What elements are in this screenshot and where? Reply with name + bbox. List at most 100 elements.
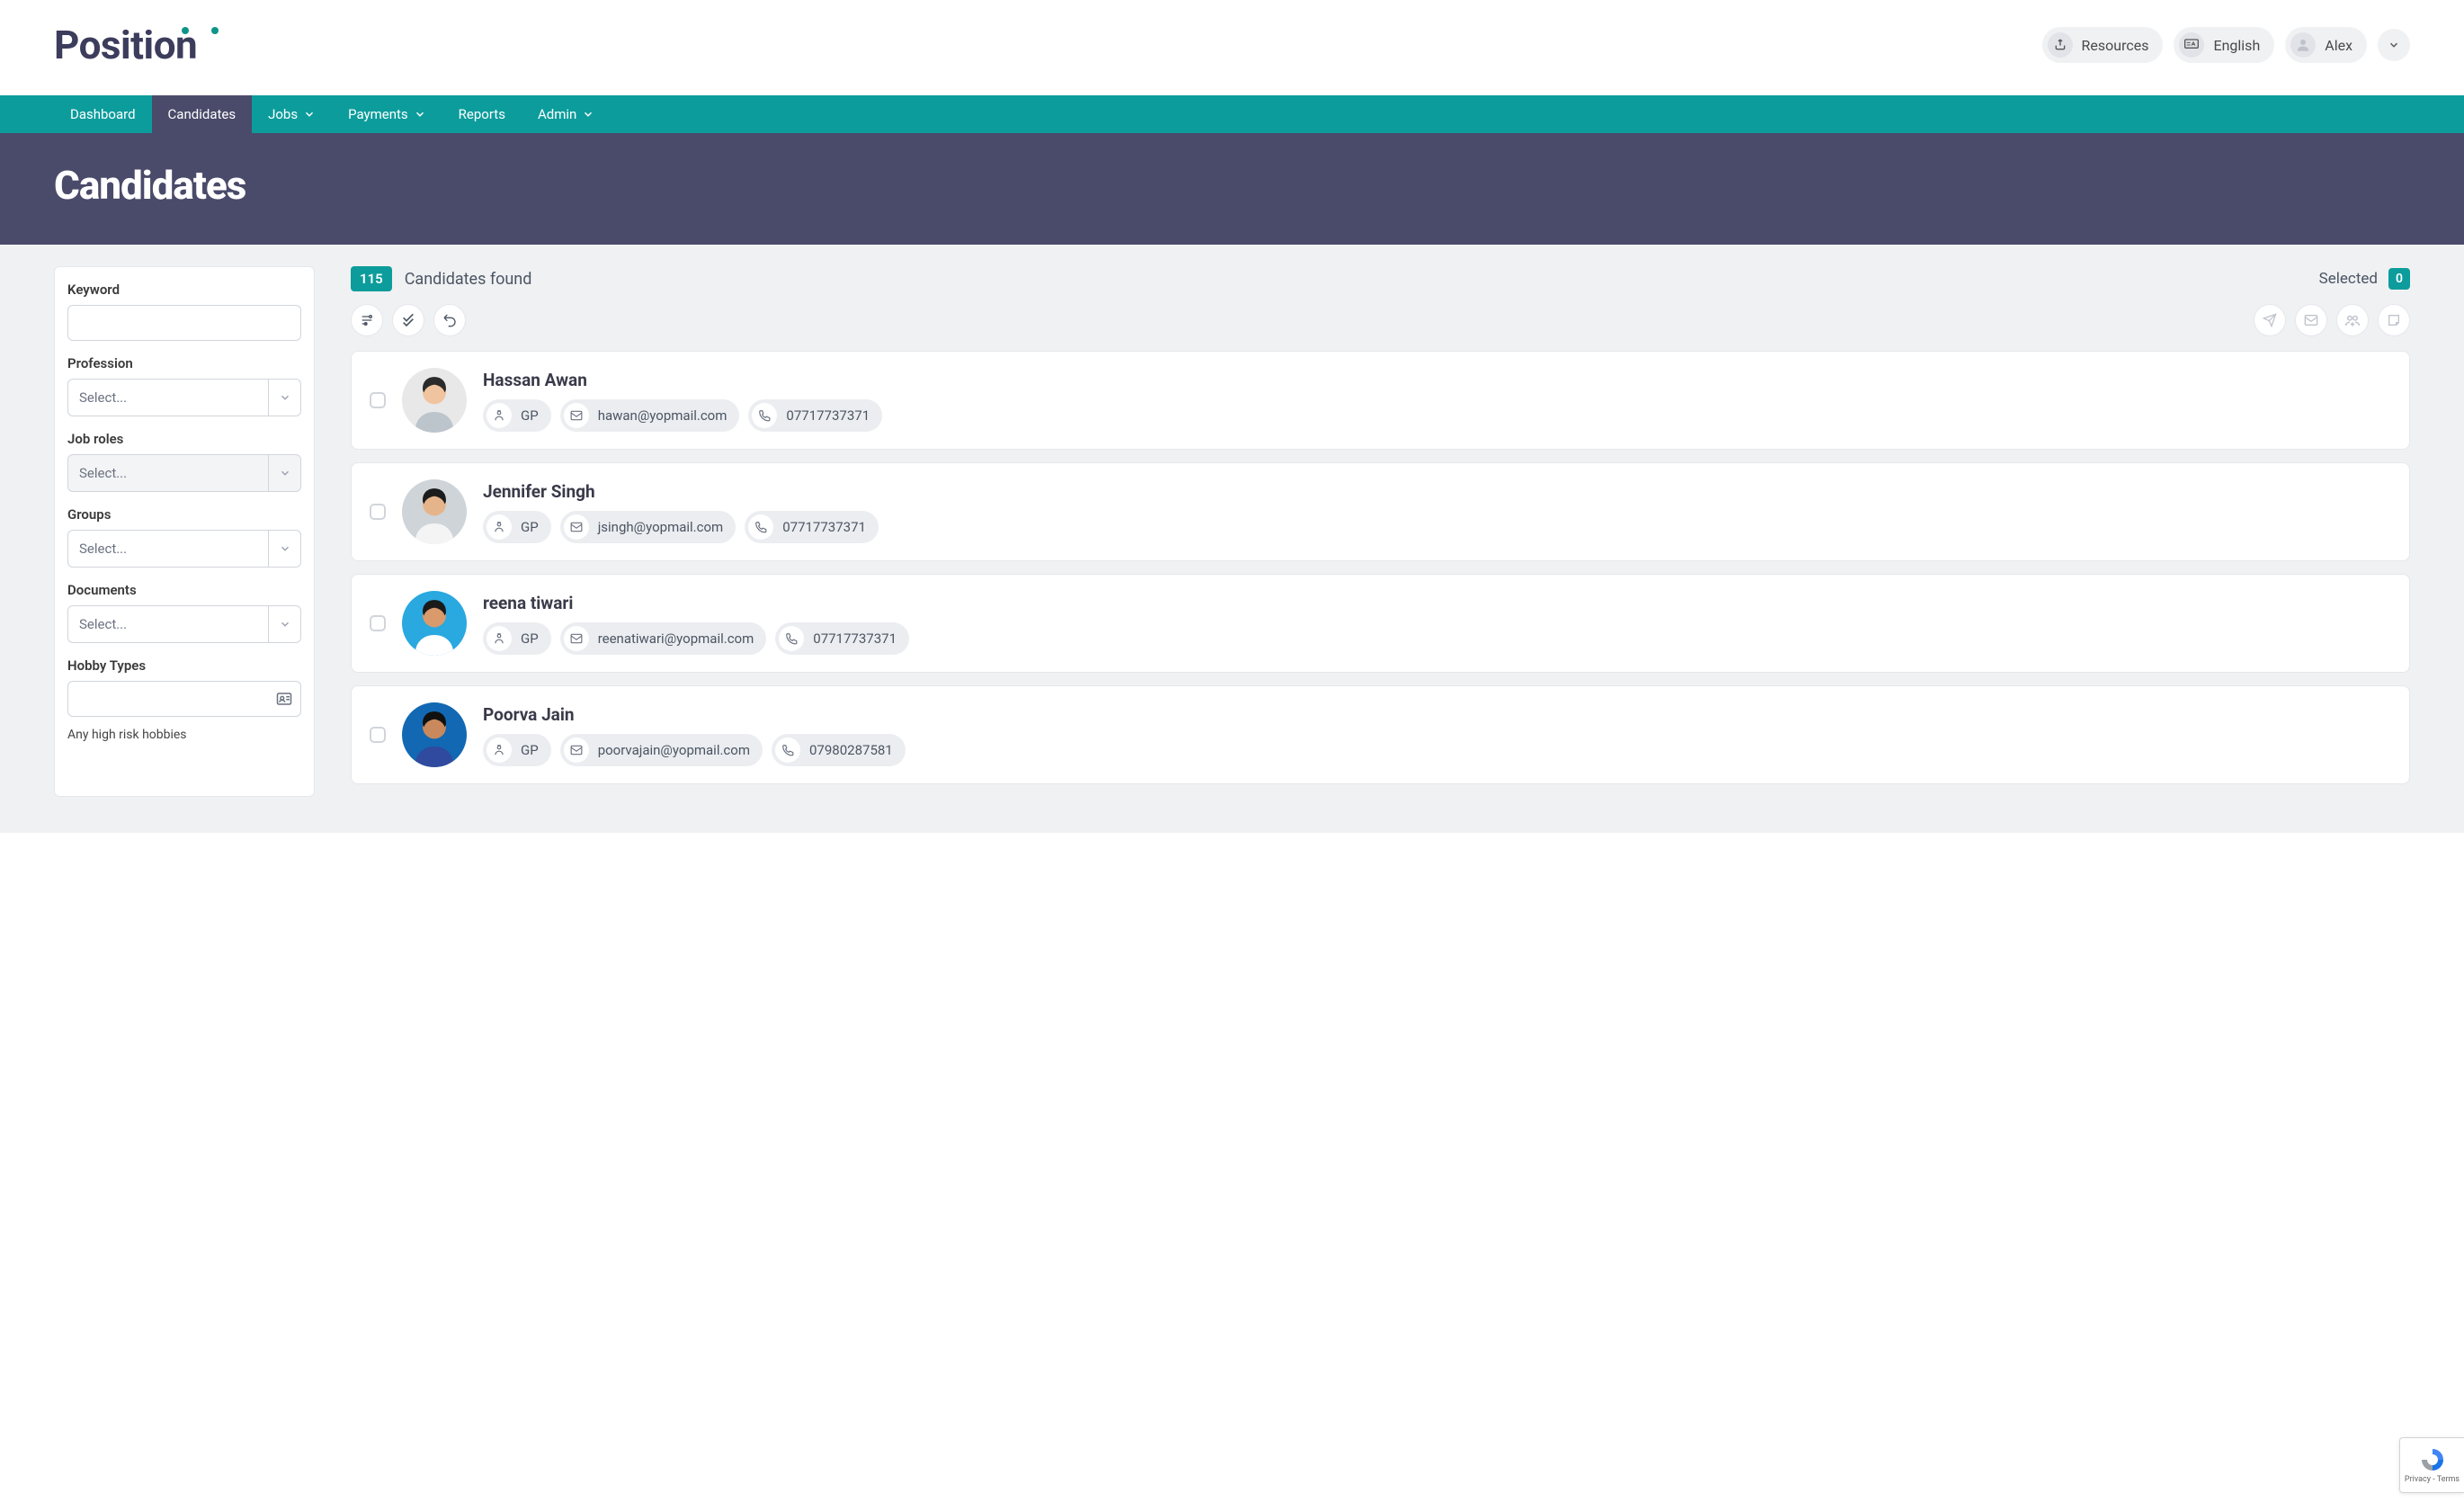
candidate-checkbox[interactable] (370, 392, 386, 408)
content: Keyword Profession Select... Job roles S… (0, 245, 2464, 833)
header-actions: Resources English Alex (2042, 27, 2410, 63)
candidate-body: Jennifer Singh GP jsingh@yopmail.com 077… (483, 481, 2391, 543)
send-button (2254, 304, 2286, 336)
filter-list-button[interactable] (351, 304, 383, 336)
user-menu[interactable]: Alex (2285, 27, 2367, 63)
candidate-card[interactable]: Jennifer Singh GP jsingh@yopmail.com 077… (351, 462, 2410, 561)
users-plus-icon (2344, 313, 2361, 327)
nav-item-dashboard[interactable]: Dashboard (54, 95, 152, 133)
candidate-card[interactable]: Poorva Jain GP poorvajain@yopmail.com 07… (351, 685, 2410, 784)
email-button (2295, 304, 2327, 336)
candidate-avatar (402, 591, 467, 656)
results-count-badge: 115 (351, 266, 392, 291)
language-switcher[interactable]: English (2174, 27, 2274, 63)
candidate-phone: 07980287581 (809, 742, 893, 758)
chevron-down-icon (582, 108, 594, 121)
profession-label: Profession (67, 355, 301, 371)
candidate-email: reenatiwari@yopmail.com (598, 630, 754, 647)
user-name: Alex (2325, 37, 2352, 54)
candidate-phone: 07717737371 (782, 519, 866, 535)
select-placeholder: Select... (68, 389, 268, 406)
candidate-phone-chip[interactable]: 07717737371 (748, 399, 882, 432)
nav-item-admin[interactable]: Admin (522, 95, 611, 133)
select-placeholder: Select... (68, 465, 268, 481)
keyword-input[interactable] (67, 305, 301, 341)
resources-button[interactable]: Resources (2042, 27, 2164, 63)
candidate-email-chip[interactable]: jsingh@yopmail.com (560, 511, 737, 543)
candidate-email: poorvajain@yopmail.com (598, 742, 750, 758)
app-header: Position Resources English Alex (0, 0, 2464, 95)
recaptcha-terms[interactable]: Terms (2437, 1475, 2460, 1484)
filters-panel: Keyword Profession Select... Job roles S… (54, 266, 315, 797)
candidate-role-chip: GP (483, 622, 551, 655)
phone-icon (779, 626, 804, 651)
candidate-checkbox[interactable] (370, 504, 386, 520)
select-all-button[interactable] (392, 304, 424, 336)
candidate-list: Hassan Awan GP hawan@yopmail.com 0771773… (351, 351, 2410, 784)
nav-item-jobs[interactable]: Jobs (252, 95, 332, 133)
nav-item-payments[interactable]: Payments (332, 95, 442, 133)
candidate-email: jsingh@yopmail.com (598, 519, 724, 535)
hobby-types-hint: Any high risk hobbies (67, 728, 301, 742)
upload-icon (2048, 32, 2073, 58)
candidate-card[interactable]: reena tiwari GP reenatiwari@yopmail.com … (351, 574, 2410, 673)
candidate-email-chip[interactable]: reenatiwari@yopmail.com (560, 622, 767, 655)
page-header: Candidates (0, 133, 2464, 245)
candidate-avatar (402, 479, 467, 544)
candidate-role-chip: GP (483, 511, 551, 543)
chevron-down-icon (303, 108, 316, 121)
logo-text: Position (54, 22, 197, 68)
candidate-phone-chip[interactable]: 07717737371 (745, 511, 879, 543)
user-menu-toggle[interactable] (2378, 29, 2410, 61)
envelope-icon (564, 738, 589, 763)
documents-label: Documents (67, 582, 301, 598)
phone-icon (752, 403, 777, 428)
nav-item-candidates[interactable]: Candidates (152, 95, 253, 133)
person-icon (487, 403, 512, 428)
chevron-down-icon (268, 606, 300, 642)
nav-item-label: Payments (348, 106, 408, 122)
candidate-checkbox[interactable] (370, 615, 386, 631)
hobby-types-input[interactable] (67, 681, 301, 717)
candidate-name: Poorva Jain (483, 704, 2391, 725)
candidate-phone: 07717737371 (786, 407, 870, 424)
envelope-icon (564, 514, 589, 540)
candidate-body: reena tiwari GP reenatiwari@yopmail.com … (483, 593, 2391, 655)
groups-select[interactable]: Select... (67, 530, 301, 568)
candidate-phone-chip[interactable]: 07717737371 (775, 622, 909, 655)
undo-icon (442, 313, 457, 327)
check-icon (401, 313, 415, 327)
logo: Position (54, 22, 197, 68)
recaptcha-badge: Privacy - Terms (2399, 1437, 2464, 1493)
groups-label: Groups (67, 506, 301, 523)
nav-item-reports[interactable]: Reports (442, 95, 522, 133)
candidate-body: Poorva Jain GP poorvajain@yopmail.com 07… (483, 704, 2391, 766)
candidate-phone-chip[interactable]: 07980287581 (772, 734, 906, 766)
chevron-down-icon (268, 455, 300, 491)
job-roles-label: Job roles (67, 431, 301, 447)
add-to-group-button (2336, 304, 2369, 336)
documents-select[interactable]: Select... (67, 605, 301, 643)
candidate-checkbox[interactable] (370, 727, 386, 743)
candidate-name: Jennifer Singh (483, 481, 2391, 502)
candidate-name: Hassan Awan (483, 370, 2391, 390)
phone-icon (775, 738, 800, 763)
candidate-role: GP (521, 519, 539, 535)
profession-select[interactable]: Select... (67, 379, 301, 416)
nav-item-label: Admin (538, 106, 576, 122)
candidate-email-chip[interactable]: poorvajain@yopmail.com (560, 734, 763, 766)
candidate-email-chip[interactable]: hawan@yopmail.com (560, 399, 740, 432)
chevron-down-icon (2388, 39, 2400, 51)
recaptcha-privacy[interactable]: Privacy (2405, 1475, 2431, 1484)
envelope-icon (2304, 313, 2318, 327)
page-title: Candidates (54, 162, 2410, 209)
language-icon (2179, 32, 2204, 58)
reset-button[interactable] (433, 304, 466, 336)
nav-item-label: Candidates (168, 106, 237, 122)
results-found-label: Candidates found (405, 270, 532, 289)
candidate-card[interactable]: Hassan Awan GP hawan@yopmail.com 0771773… (351, 351, 2410, 450)
candidate-role: GP (521, 742, 539, 758)
candidate-avatar (402, 368, 467, 433)
selected-count-badge: 0 (2388, 268, 2410, 290)
person-icon (487, 514, 512, 540)
